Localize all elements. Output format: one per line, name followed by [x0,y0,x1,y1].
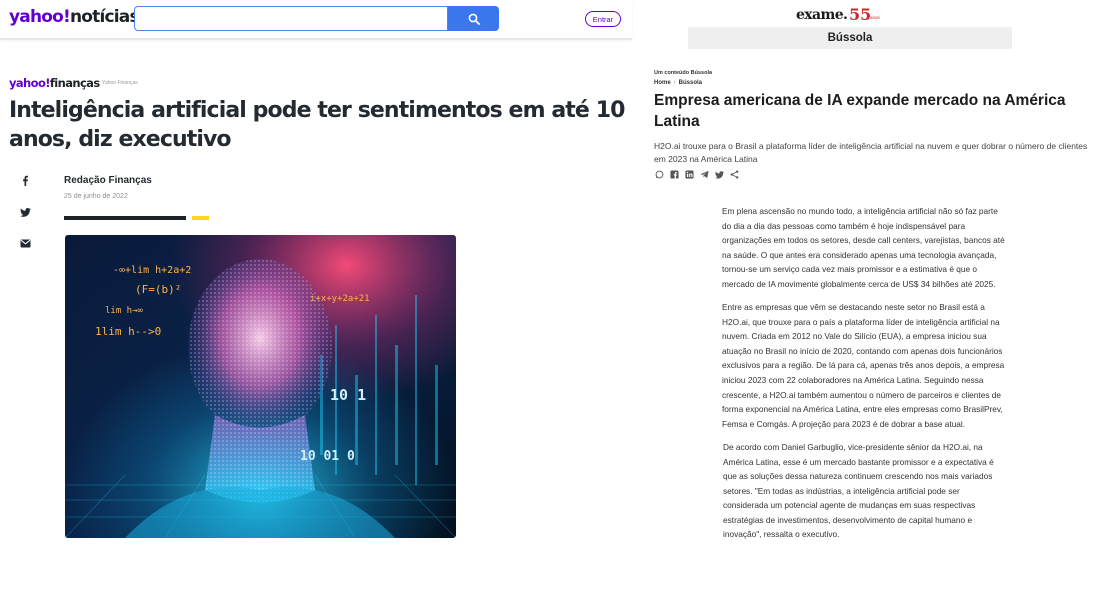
exame-page: exame. 55 anos Bússola Um conteúdo Bússo… [636,0,1113,601]
article-title: Empresa americana de IA expande mercado … [654,92,1066,130]
article-subtitle: H2O.ai trouxe para o Brasil a plataforma… [654,141,1088,164]
share-bar [654,169,740,180]
math-text: -∞+lim h+2a+2 [113,265,191,276]
math-text: i+x+y+2a+21 [310,294,370,304]
divider-accent [192,216,209,220]
search-input[interactable] [134,6,448,31]
breadcrumb: Home › Bússola [654,80,702,86]
subbrand-section: finanças [49,76,100,90]
section-bar[interactable]: Bússola [688,27,1012,49]
sign-in-button[interactable]: Entrar [585,11,621,27]
exame-logo-suffix: anos [870,15,880,20]
share-linkedin-button[interactable] [684,169,695,180]
article-hero-image: -∞+lim h+2a+2 (F=(b)² lim h→∞ 1lim h-->0… [65,235,456,538]
sponsored-kicker: Um conteúdo Bússola [654,70,713,76]
breadcrumb-separator: › [673,80,676,86]
article-body: Em plena ascensão no mundo todo, a intel… [722,204,1006,551]
share-facebook-button[interactable] [669,169,680,180]
share-email-button[interactable] [17,235,33,251]
yahoo-page: yahoo!notícias Entrar yahoo!finanças Yah… [0,0,632,601]
twitter-icon [715,170,724,179]
logo-brand: yahoo! [9,7,71,27]
math-text: 1lim h-->0 [95,325,161,338]
article-source: Yahoo Finanças [102,80,138,86]
share-whatsapp-button[interactable] [654,169,665,180]
logo-section: notícias [69,7,140,27]
math-text: (F=(b)² [135,283,181,296]
share-more-button[interactable] [729,169,740,180]
exame-logo-number: 55 [849,5,872,24]
publish-date: 25 de junho de 2022 [64,193,128,200]
exame-logo-text: exame. [796,7,848,23]
yahoo-noticias-logo[interactable]: yahoo!notícias [9,7,140,27]
author-name[interactable]: Redação Finanças [64,175,152,186]
search-icon [468,13,480,25]
mail-icon [20,239,30,247]
share-telegram-button[interactable] [699,169,710,180]
math-text: lim h→∞ [105,306,144,316]
linkedin-icon [685,170,694,179]
breadcrumb-home[interactable]: Home [654,80,671,86]
breadcrumb-section[interactable]: Bússola [679,80,702,86]
facebook-icon [670,170,679,179]
search-button[interactable] [448,6,499,31]
share-twitter-button[interactable] [714,169,725,180]
binary-text: 10 1 [330,386,366,404]
facebook-icon [23,175,28,186]
article-title: Inteligência artificial pode ter sentime… [9,98,625,152]
share-twitter-button[interactable] [17,204,33,220]
divider-dark [64,216,186,220]
yahoo-header: yahoo!notícias Entrar [0,0,632,40]
article-paragraph: De acordo com Daniel Garbuglio, vice-pre… [723,441,994,540]
yahoo-financas-logo[interactable]: yahoo!finanças [9,76,100,90]
twitter-icon [19,207,31,217]
share-icon [730,170,739,179]
whatsapp-icon [655,170,664,179]
exame-logo[interactable]: exame. 55 anos [796,5,891,24]
article-paragraph: Entre as empresas que vêm se destacando … [722,302,1005,429]
article-paragraph: Em plena ascensão no mundo todo, a intel… [722,206,1005,289]
subbrand-brand: yahoo! [9,76,50,90]
binary-text: 10 01 0 [300,449,355,464]
telegram-icon [700,170,709,179]
share-facebook-button[interactable] [17,172,33,188]
